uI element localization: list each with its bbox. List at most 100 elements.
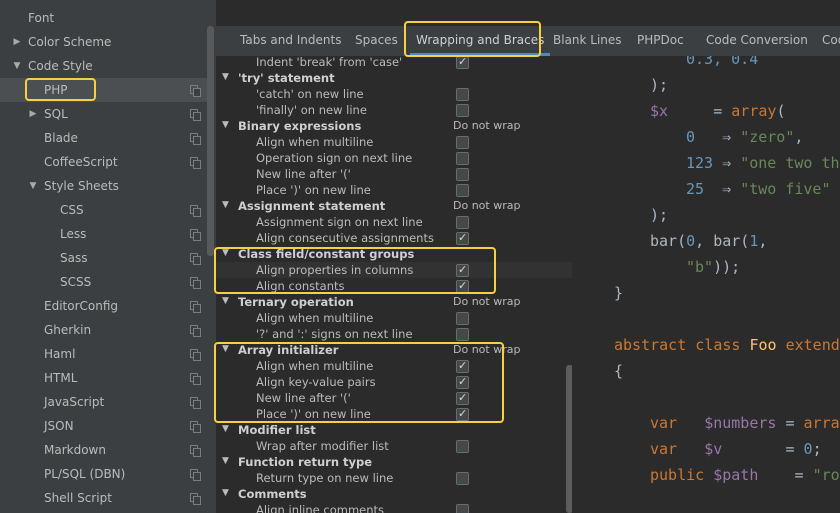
tree-item-style-sheets[interactable]: ▼ Style Sheets xyxy=(0,174,210,198)
setting-row[interactable]: Wrap after modifier list xyxy=(216,438,572,454)
tree-item-gherkin[interactable]: Gherkin xyxy=(0,318,210,342)
chevron-down-icon[interactable]: ▼ xyxy=(12,61,22,71)
tree-item-shell-script[interactable]: Shell Script xyxy=(0,486,210,510)
tab-tabs-and-indents[interactable]: Tabs and Indents xyxy=(234,26,347,56)
tab-phpdoc[interactable]: PHPDoc xyxy=(631,26,690,56)
wrap-value[interactable]: Do not wrap xyxy=(453,294,520,310)
setting-checkbox[interactable] xyxy=(456,136,469,149)
setting-checkbox[interactable] xyxy=(456,263,469,277)
setting-checkbox[interactable] xyxy=(456,359,469,373)
tree-item-sass[interactable]: Sass xyxy=(0,246,210,270)
code-line: public $path = "root" xyxy=(650,466,840,484)
setting-group-header[interactable]: ▼ 'try' statement xyxy=(216,70,572,86)
setting-checkbox[interactable] xyxy=(456,231,469,245)
chevron-right-icon[interactable]: ▶ xyxy=(12,37,22,47)
tab-code-conversion[interactable]: Code Conversion xyxy=(700,26,814,56)
tree-item-code-style[interactable]: ▼ Code Style xyxy=(0,54,210,78)
setting-row[interactable]: Align when multiline xyxy=(216,358,572,374)
wrap-value[interactable]: Do not wrap xyxy=(453,118,520,134)
setting-checkbox[interactable] xyxy=(456,152,469,165)
tree-item-label: Sass xyxy=(60,251,88,265)
tree-item-blade[interactable]: Blade xyxy=(0,126,210,150)
setting-group-header[interactable]: ▼ Binary expressions Do not wrap xyxy=(216,118,572,134)
tab-blank-lines[interactable]: Blank Lines xyxy=(547,26,628,56)
tree-item-scss[interactable]: SCSS xyxy=(0,270,210,294)
setting-row[interactable]: Assignment sign on next line xyxy=(216,214,572,230)
setting-checkbox[interactable] xyxy=(456,88,469,101)
wrap-value[interactable]: Do not wrap xyxy=(453,198,520,214)
setting-checkbox[interactable] xyxy=(456,56,469,69)
sidebar-scrollbar[interactable] xyxy=(207,26,214,256)
setting-row[interactable]: Align consecutive assignments xyxy=(216,230,572,246)
setting-checkbox[interactable] xyxy=(456,504,469,513)
setting-row[interactable]: New line after '(' xyxy=(216,166,572,182)
tree-item-javascript[interactable]: JavaScript xyxy=(0,390,210,414)
chevron-down-icon[interactable]: ▼ xyxy=(222,424,229,434)
wrap-value[interactable]: Do not wrap xyxy=(453,342,520,358)
tree-item-coffeescript[interactable]: CoffeeScript xyxy=(0,150,210,174)
tab-spaces[interactable]: Spaces xyxy=(349,26,404,56)
setting-checkbox[interactable] xyxy=(456,184,469,197)
setting-row[interactable]: Return type on new line xyxy=(216,470,572,486)
setting-row[interactable]: 'catch' on new line xyxy=(216,86,572,102)
setting-checkbox[interactable] xyxy=(456,216,469,229)
setting-row[interactable]: Place ')' on new line xyxy=(216,182,572,198)
tree-item-color-scheme[interactable]: ▶ Color Scheme xyxy=(0,30,210,54)
chevron-down-icon[interactable]: ▼ xyxy=(222,488,229,498)
tree-item-label: SQL xyxy=(44,107,68,121)
setting-row[interactable]: Align when multiline xyxy=(216,310,572,326)
chevron-down-icon[interactable]: ▼ xyxy=(222,456,229,466)
tree-item-css[interactable]: CSS xyxy=(0,198,210,222)
setting-group-header[interactable]: ▼ Comments xyxy=(216,486,572,502)
setting-checkbox[interactable] xyxy=(456,104,469,117)
setting-row[interactable]: Align constants xyxy=(216,278,572,294)
tree-item-sql[interactable]: ▶ SQL xyxy=(0,102,210,126)
setting-row[interactable]: Indent 'break' from 'case' xyxy=(216,56,572,70)
chevron-down-icon[interactable]: ▼ xyxy=(222,296,229,306)
setting-row[interactable]: Align key-value pairs xyxy=(216,374,572,390)
chevron-down-icon[interactable]: ▼ xyxy=(222,248,229,258)
tree-item-font[interactable]: Font xyxy=(0,6,210,30)
chevron-down-icon[interactable]: ▼ xyxy=(222,120,229,130)
setting-row[interactable]: Align when multiline xyxy=(216,134,572,150)
setting-checkbox[interactable] xyxy=(456,328,469,341)
setting-row[interactable]: 'finally' on new line xyxy=(216,102,572,118)
setting-row[interactable]: Operation sign on next line xyxy=(216,150,572,166)
setting-row[interactable]: Place ')' on new line xyxy=(216,406,572,422)
setting-label: Return type on new line xyxy=(256,471,394,485)
setting-checkbox[interactable] xyxy=(456,407,469,421)
chevron-down-icon[interactable]: ▼ xyxy=(28,181,38,191)
setting-group-header[interactable]: ▼ Function return type xyxy=(216,454,572,470)
tree-item-html[interactable]: HTML xyxy=(0,366,210,390)
tab-code-generation[interactable]: Cod xyxy=(816,26,840,56)
setting-group-header[interactable]: ▼ Class field/constant groups xyxy=(216,246,572,262)
setting-group-header[interactable]: ▼ Modifier list xyxy=(216,422,572,438)
tree-item-plsql[interactable]: PL/SQL (DBN) xyxy=(0,462,210,486)
chevron-down-icon[interactable]: ▼ xyxy=(222,200,229,210)
setting-checkbox[interactable] xyxy=(456,391,469,405)
setting-row[interactable]: New line after '(' xyxy=(216,390,572,406)
tree-item-haml[interactable]: Haml xyxy=(0,342,210,366)
tree-item-php[interactable]: PHP xyxy=(0,78,210,102)
tree-item-editorconfig[interactable]: EditorConfig xyxy=(0,294,210,318)
copy-icon xyxy=(190,205,201,217)
setting-checkbox[interactable] xyxy=(456,472,469,485)
setting-group-header[interactable]: ▼ Ternary operation Do not wrap xyxy=(216,294,572,310)
tab-wrapping-and-braces[interactable]: Wrapping and Braces xyxy=(410,26,551,56)
setting-group-header[interactable]: ▼ Assignment statement Do not wrap xyxy=(216,198,572,214)
tree-item-markdown[interactable]: Markdown xyxy=(0,438,210,462)
setting-row[interactable]: Align properties in columns xyxy=(216,262,572,278)
chevron-down-icon[interactable]: ▼ xyxy=(222,72,229,82)
setting-checkbox[interactable] xyxy=(456,440,469,453)
setting-row[interactable]: Align inline comments xyxy=(216,502,572,513)
setting-checkbox[interactable] xyxy=(456,375,469,389)
chevron-right-icon[interactable]: ▶ xyxy=(28,109,38,119)
setting-checkbox[interactable] xyxy=(456,312,469,325)
tree-item-json[interactable]: JSON xyxy=(0,414,210,438)
tree-item-less[interactable]: Less xyxy=(0,222,210,246)
setting-row[interactable]: '?' and ':' signs on next line xyxy=(216,326,572,342)
setting-group-header[interactable]: ▼ Array initializer Do not wrap xyxy=(216,342,572,358)
setting-checkbox[interactable] xyxy=(456,279,469,293)
chevron-down-icon[interactable]: ▼ xyxy=(222,344,229,354)
setting-checkbox[interactable] xyxy=(456,168,469,181)
